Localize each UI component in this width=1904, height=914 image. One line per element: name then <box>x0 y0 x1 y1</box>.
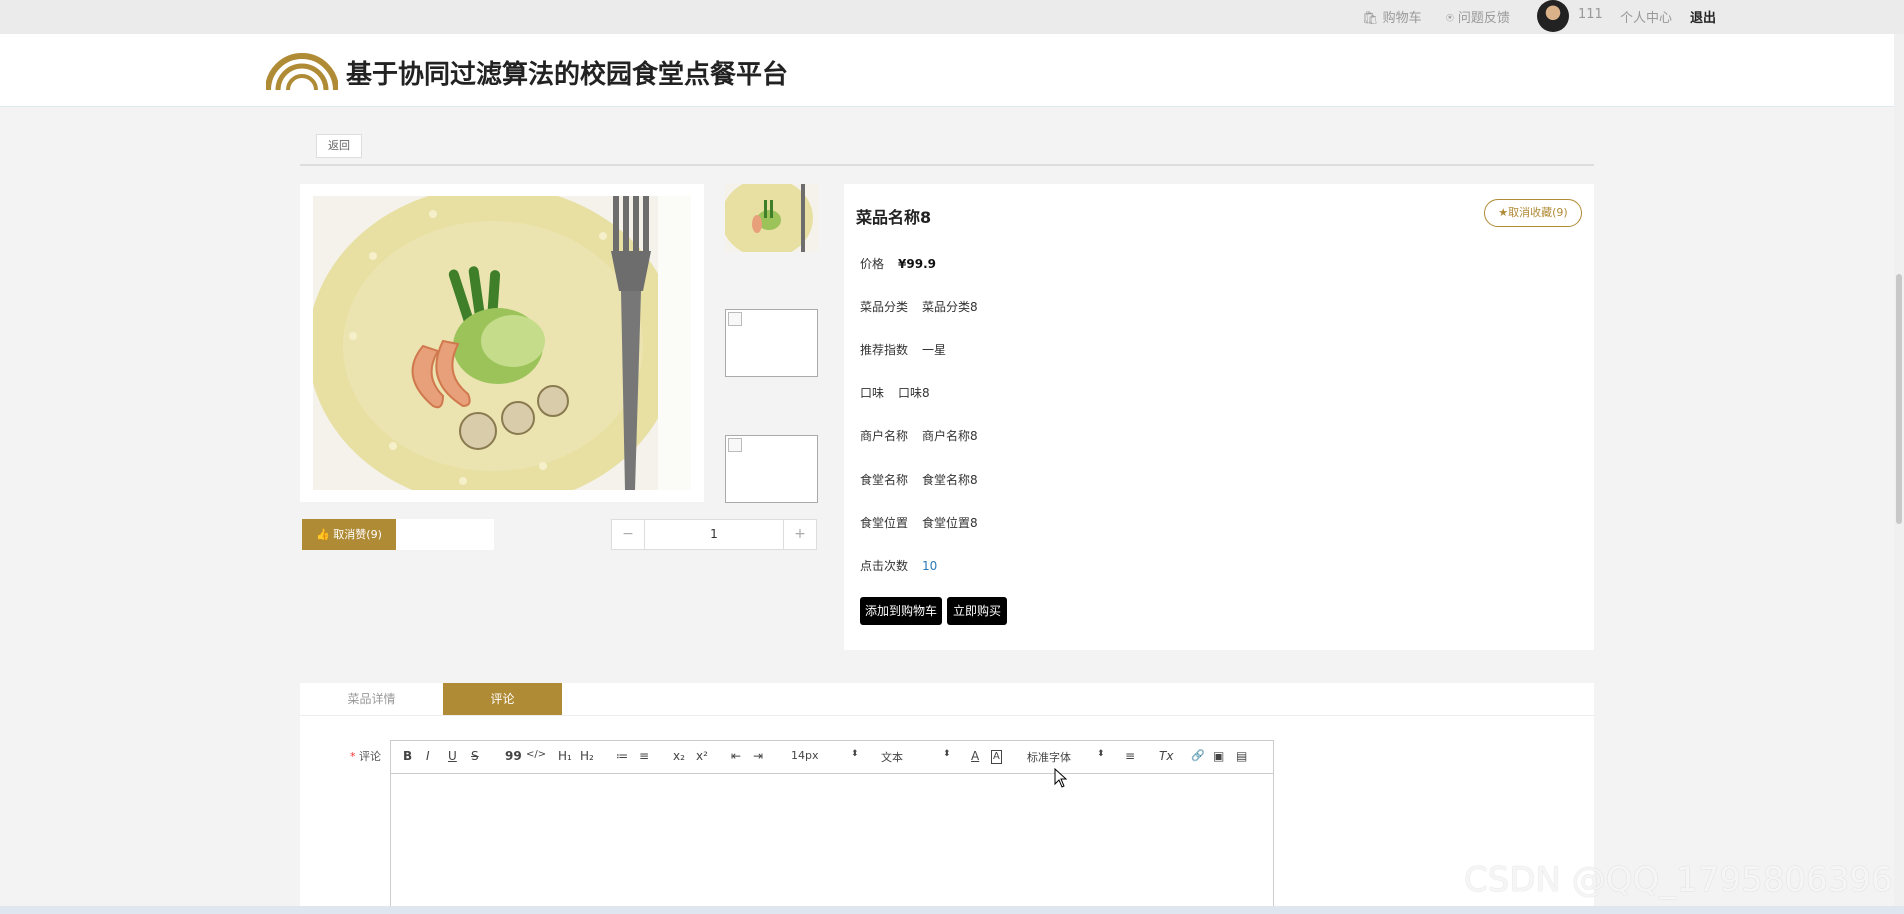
profile-link[interactable]: 个人中心 <box>1620 7 1672 26</box>
cart-link[interactable]: 🛍 购物车 <box>1362 7 1422 26</box>
dish-thumbnail-image <box>721 178 818 258</box>
bullet-list-icon[interactable]: ≡ <box>639 749 649 763</box>
merchant-label: 商户名称 <box>860 429 909 443</box>
font-size-select[interactable]: 14px ⬍ <box>791 749 859 762</box>
font-family-value: 标准字体 <box>1027 751 1071 764</box>
editor-toolbar: B I U S 99 </> H₁ H₂ ≔ ≡ x₂ x² ⇤ ⇥ 14px ⬍… <box>391 741 1273 774</box>
video-icon[interactable]: ▤ <box>1236 749 1247 763</box>
bottom-strip <box>0 906 1904 914</box>
quantity-stepper[interactable]: − 1 + <box>611 519 817 550</box>
username: 111 <box>1578 7 1603 22</box>
product-info-card: 菜品名称8 ★取消收藏(9) 价格 ¥99.9 菜品分类 菜品分类8 推荐指数 一星 … <box>844 184 1594 650</box>
clicks-value: 10 <box>922 559 938 573</box>
font-size-arrow-icon: ⬍ <box>851 749 859 759</box>
background-color-icon[interactable]: A <box>991 750 1002 764</box>
superscript-icon[interactable]: x² <box>696 749 708 763</box>
avatar[interactable] <box>1537 0 1569 32</box>
unlike-button[interactable]: 👍 取消赞(9) <box>302 519 396 550</box>
mouse-cursor-icon <box>1054 768 1068 788</box>
subscript-icon[interactable]: x₂ <box>673 749 685 763</box>
header: 基于协同过滤算法的校园食堂点餐平台 <box>0 34 1904 107</box>
price-value: ¥99.9 <box>898 257 936 271</box>
merchant-row: 商户名称 商户名称8 <box>860 427 978 444</box>
category-row: 菜品分类 菜品分类8 <box>860 298 978 315</box>
tab-comment[interactable]: 评论 <box>443 683 562 715</box>
italic-icon[interactable]: I <box>426 749 430 763</box>
price-row: 价格 ¥99.9 <box>860 255 936 272</box>
required-mark: * <box>350 750 356 763</box>
h1-icon[interactable]: H₁ <box>558 749 572 763</box>
location-label: 食堂位置 <box>860 516 909 530</box>
thumbnail-3[interactable] <box>725 435 818 503</box>
quote-icon[interactable]: 99 <box>505 749 522 763</box>
rating-label: 推荐指数 <box>860 343 909 357</box>
logout-link[interactable]: 退出 <box>1690 7 1716 26</box>
bold-icon[interactable]: B <box>403 749 412 763</box>
clicks-label: 点击次数 <box>860 559 909 573</box>
like-spacer <box>396 519 494 550</box>
thumbnail-2[interactable] <box>725 309 818 377</box>
format-arrow-icon: ⬍ <box>943 749 951 759</box>
thumbnail-1[interactable] <box>721 178 818 258</box>
font-family-select[interactable]: 标准字体 ⬍ <box>1027 749 1105 765</box>
format-value: 文本 <box>881 751 903 764</box>
category-value: 菜品分类8 <box>922 300 978 314</box>
comment-label: * 评论 <box>350 748 381 764</box>
price-label: 价格 <box>860 257 885 271</box>
text-color-icon[interactable]: A <box>971 749 979 763</box>
add-to-cart-button[interactable]: 添加到购物车 <box>860 597 942 625</box>
font-family-arrow-icon: ⬍ <box>1097 749 1105 759</box>
format-select[interactable]: 文本 ⬍ <box>881 749 951 765</box>
font-size-value: 14px <box>791 749 819 762</box>
feedback-link[interactable]: ⍟ 问题反馈 <box>1446 7 1510 26</box>
ordered-list-icon[interactable]: ≔ <box>616 749 628 763</box>
taste-label: 口味 <box>860 386 885 400</box>
page-scrollbar[interactable] <box>1894 34 1904 914</box>
logo-icon <box>266 53 338 91</box>
merchant-value: 商户名称8 <box>922 429 978 443</box>
main-image-frame <box>300 184 704 502</box>
quantity-input[interactable]: 1 <box>645 520 783 549</box>
scrollbar-thumb[interactable] <box>1896 274 1902 524</box>
underline-icon[interactable]: U <box>448 749 457 763</box>
taste-value: 口味8 <box>898 386 930 400</box>
comment-editor[interactable]: B I U S 99 </> H₁ H₂ ≔ ≡ x₂ x² ⇤ ⇥ 14px ⬍… <box>390 740 1274 914</box>
strike-icon[interactable]: S <box>471 749 479 763</box>
code-icon[interactable]: </> <box>526 749 546 760</box>
top-bar: 🛍 购物车 ⍟ 问题反馈 111 个人中心 退出 <box>0 0 1904 34</box>
dish-main-image <box>313 196 691 490</box>
watermark: CSDN @QQ_1795806396 <box>1464 860 1893 900</box>
indent-icon[interactable]: ⇥ <box>753 749 763 763</box>
buy-now-button[interactable]: 立即购买 <box>947 597 1007 625</box>
link-icon[interactable]: 🔗 <box>1191 749 1205 762</box>
comment-label-text: 评论 <box>359 750 381 763</box>
rating-row: 推荐指数 一星 <box>860 341 946 358</box>
back-button[interactable]: 返回 <box>316 134 362 158</box>
h2-icon[interactable]: H₂ <box>580 749 594 763</box>
rating-value: 一星 <box>922 343 947 357</box>
clicks-row: 点击次数 10 <box>860 557 937 574</box>
canteen-label: 食堂名称 <box>860 473 909 487</box>
category-label: 菜品分类 <box>860 300 909 314</box>
comment-panel: * 评论 B I U S 99 </> H₁ H₂ ≔ ≡ x₂ x² ⇤ ⇥ … <box>300 716 1594 914</box>
canteen-value: 食堂名称8 <box>922 473 978 487</box>
divider <box>300 164 1594 166</box>
location-value: 食堂位置8 <box>922 516 978 530</box>
tab-detail[interactable]: 菜品详情 <box>300 683 443 715</box>
align-icon[interactable]: ≡ <box>1125 749 1135 763</box>
decrement-button[interactable]: − <box>612 520 645 549</box>
outdent-icon[interactable]: ⇤ <box>731 749 741 763</box>
site-title: 基于协同过滤算法的校园食堂点餐平台 <box>346 60 789 90</box>
dish-name: 菜品名称8 <box>856 208 932 227</box>
detail-tabs: 菜品详情 评论 <box>300 683 1594 716</box>
increment-button[interactable]: + <box>783 520 816 549</box>
clear-format-icon[interactable]: Tx <box>1159 749 1173 763</box>
canteen-row: 食堂名称 食堂名称8 <box>860 471 978 488</box>
unfavorite-button[interactable]: ★取消收藏(9) <box>1484 199 1582 227</box>
taste-row: 口味 口味8 <box>860 384 930 401</box>
image-icon[interactable]: ▣ <box>1213 749 1224 763</box>
location-row: 食堂位置 食堂位置8 <box>860 514 978 531</box>
